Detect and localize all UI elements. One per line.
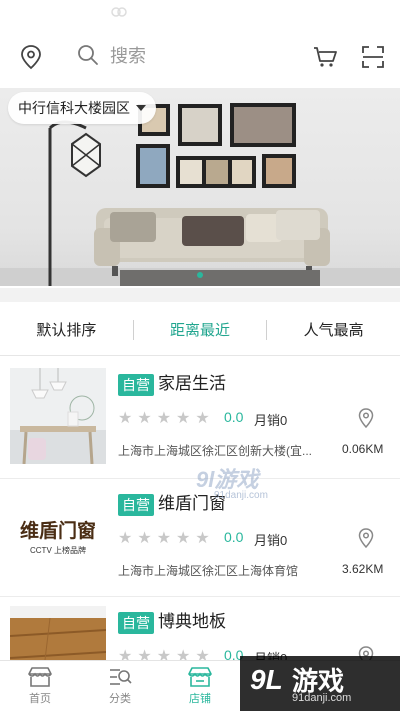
star-rating: ★ ★ ★ ★ ★ [118, 530, 215, 548]
star-icon: ★ [195, 530, 210, 547]
star-icon: ★ [137, 410, 152, 427]
status-glyph-icon [111, 7, 127, 17]
store-distance: 0.06KM [342, 442, 384, 456]
location-icon[interactable] [20, 44, 42, 70]
tab-category-label: 分类 [109, 693, 131, 705]
watermark-site: 91danji.com [214, 490, 268, 501]
star-icon: ★ [137, 530, 152, 547]
status-bar [0, 0, 400, 28]
page: 搜索 中行信科大楼园区 默认排序 距离最近 人气最高 自营 家居生活 ★ ★ ★… [0, 0, 400, 711]
watermark-logo: 9L [250, 664, 283, 695]
tab-home[interactable]: 首页 [0, 661, 80, 711]
carousel-dot-active [197, 272, 203, 278]
section-divider [0, 288, 400, 302]
location-selector[interactable]: 中行信科大楼园区 [8, 92, 156, 124]
list-divider [0, 596, 400, 597]
watermark: 9l游戏 91danji.com [196, 462, 268, 501]
rating-score: 0.0 [224, 529, 244, 545]
star-icon: ★ [156, 410, 172, 427]
store-address: 上海市上海城区徐汇区上海体育馆 [118, 564, 299, 578]
location-pin-icon [358, 408, 374, 428]
sort-nearest[interactable]: 距离最近 [134, 319, 267, 340]
store-logo-text: 维盾门窗 [19, 520, 96, 542]
store-name: 家居生活 [158, 374, 226, 393]
store-logo-subtext: CCTV 上榜品牌 [30, 546, 86, 555]
star-icon: ★ [156, 530, 172, 547]
self-operated-tag: 自营 [118, 374, 154, 396]
monthly-sales: 月销0 [254, 413, 288, 428]
store-distance: 3.62KM [342, 562, 384, 576]
tab-store[interactable]: 店铺 [160, 661, 240, 711]
store-icon [188, 667, 212, 687]
self-operated-tag: 自营 [118, 494, 154, 516]
star-rating: ★ ★ ★ ★ ★ [118, 410, 215, 428]
tab-store-label: 店铺 [189, 693, 211, 705]
shop-icon [28, 667, 52, 687]
star-icon: ★ [176, 530, 191, 547]
scan-icon[interactable] [362, 46, 384, 68]
rating-score: 0.0 [224, 409, 244, 425]
search-box[interactable]: 搜索 [76, 42, 146, 68]
watermark-text: 9l游戏 [196, 467, 259, 492]
watermark-badge: 9L 游戏 91danji.com [240, 656, 400, 711]
star-icon: ★ [176, 410, 191, 427]
caret-down-icon [136, 105, 146, 111]
sort-default[interactable]: 默认排序 [0, 319, 133, 340]
store-address: 上海市上海城区徐汇区创新大楼(宜... [118, 444, 312, 458]
search-placeholder: 搜索 [110, 46, 146, 66]
store-name: 博典地板 [158, 612, 226, 631]
watermark-url: 91danji.com [292, 692, 352, 704]
category-icon [110, 669, 132, 685]
top-bar: 搜索 [0, 30, 400, 86]
sort-bar: 默认排序 距离最近 人气最高 [0, 304, 400, 356]
store-thumbnail: 维盾门窗 CCTV 上榜品牌 [10, 488, 106, 584]
location-pin-icon [358, 528, 374, 548]
star-icon: ★ [118, 530, 133, 547]
location-label: 中行信科大楼园区 [18, 100, 130, 116]
sort-popular[interactable]: 人气最高 [267, 319, 400, 340]
banner-carousel[interactable]: 中行信科大楼园区 [0, 88, 400, 286]
carousel-indicator [0, 272, 400, 278]
store-thumbnail [10, 368, 106, 464]
self-operated-tag: 自营 [118, 612, 154, 634]
monthly-sales: 月销0 [254, 533, 288, 548]
star-icon: ★ [195, 410, 210, 427]
star-icon: ★ [118, 410, 133, 427]
tab-home-label: 首页 [29, 693, 51, 705]
cart-icon[interactable] [312, 45, 338, 69]
tab-category[interactable]: 分类 [80, 661, 160, 711]
search-icon [78, 45, 98, 65]
